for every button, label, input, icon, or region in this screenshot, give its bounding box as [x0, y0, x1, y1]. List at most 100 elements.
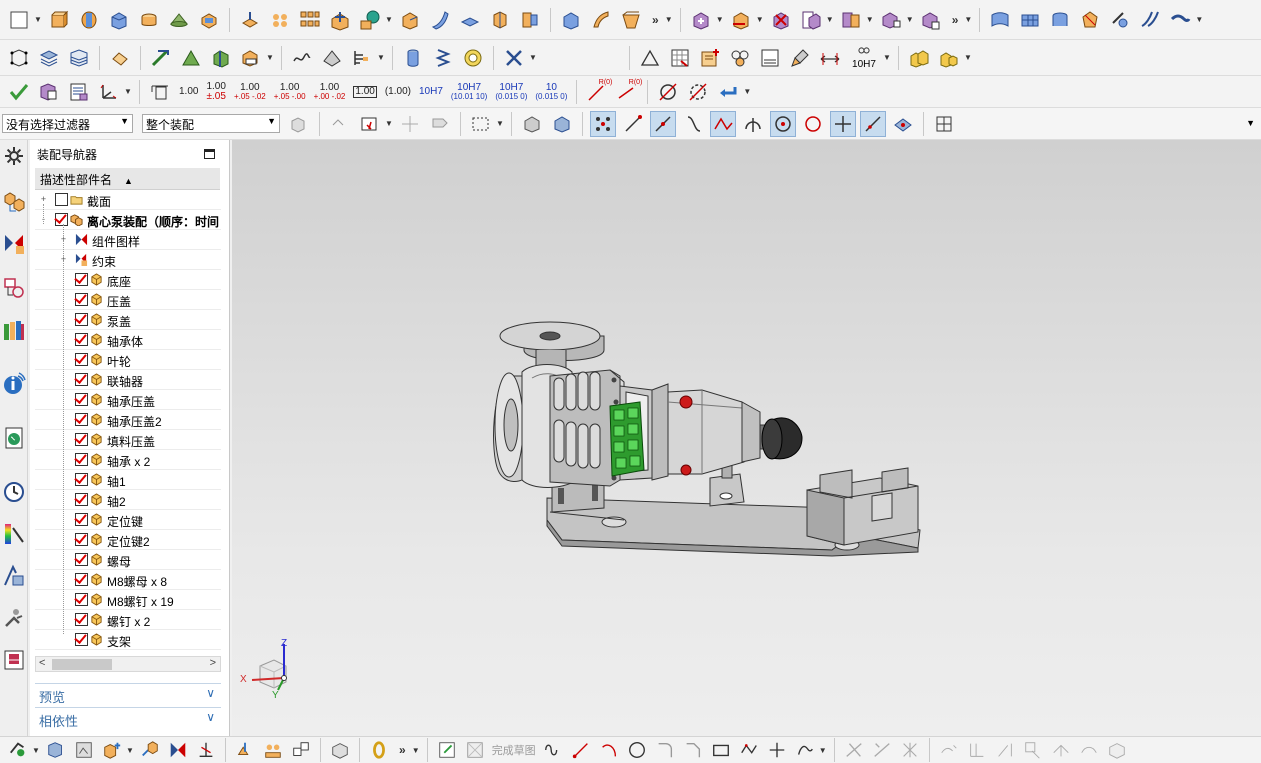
view-triad[interactable]: Z X Y: [238, 638, 298, 702]
component-grid-icon[interactable]: [44, 738, 68, 762]
process-studio-icon[interactable]: [2, 564, 26, 588]
quadrant-icon[interactable]: [800, 111, 826, 137]
surface-analysis-icon[interactable]: [319, 45, 345, 71]
tools-icon[interactable]: [501, 45, 527, 71]
dropdown-arrow[interactable]: ▼: [124, 87, 132, 96]
surface-icon[interactable]: [987, 7, 1013, 33]
profile-icon[interactable]: [541, 738, 565, 762]
dim-limits-3[interactable]: 1.00 +.00 -.02: [314, 82, 346, 101]
visibility-checkbox[interactable]: [75, 373, 88, 386]
settings-gear-icon[interactable]: [2, 144, 26, 168]
thicken-icon[interactable]: [618, 7, 644, 33]
end-point-icon[interactable]: [620, 111, 646, 137]
visibility-checkbox[interactable]: [75, 513, 88, 526]
visibility-checkbox[interactable]: [55, 193, 68, 206]
preview-section[interactable]: 预览 ∨: [35, 683, 221, 705]
dimension-constraint-icon[interactable]: [194, 738, 218, 762]
dim-limits-1[interactable]: 1.00 +.05 -.02: [234, 82, 266, 101]
column-header[interactable]: 描述性部件名 ▲: [35, 168, 220, 190]
radius-dimension-2-icon[interactable]: R(0): [614, 79, 642, 105]
graphics-window[interactable]: Z X Y: [232, 140, 1261, 736]
eraser-icon[interactable]: [107, 45, 133, 71]
dim-limits-2[interactable]: 1.00 +.05 -.00: [274, 82, 306, 101]
quick-trim-icon[interactable]: [842, 738, 866, 762]
polygon-icon[interactable]: [737, 738, 761, 762]
dropdown-arrow[interactable]: ▼: [866, 15, 874, 24]
existing-point-icon[interactable]: [830, 110, 856, 137]
table-icon[interactable]: [667, 45, 693, 71]
scroll-right-icon[interactable]: >: [210, 657, 216, 669]
unite-icon[interactable]: [327, 7, 353, 33]
offset-face-icon[interactable]: [558, 7, 584, 33]
dropdown-arrow[interactable]: ▼: [1195, 15, 1203, 24]
boss-icon[interactable]: [267, 7, 293, 33]
history-clock-icon[interactable]: [2, 480, 26, 504]
revolve-icon[interactable]: [76, 7, 102, 33]
visibility-checkbox[interactable]: [75, 413, 88, 426]
wave-geometry-icon[interactable]: [233, 738, 257, 762]
measure-angle-icon[interactable]: [178, 45, 204, 71]
brush-icon[interactable]: [787, 45, 813, 71]
replace-component-icon[interactable]: [838, 7, 864, 33]
assembly-navigator-icon[interactable]: [2, 190, 26, 214]
dim-nominal[interactable]: 1.00: [179, 86, 198, 97]
curve-analysis-icon[interactable]: [289, 45, 315, 71]
dropdown-arrow[interactable]: ▼: [964, 53, 972, 62]
expand-icon[interactable]: +: [39, 195, 48, 204]
deviation-icon[interactable]: [349, 45, 375, 71]
wcs-icon[interactable]: [96, 79, 122, 105]
visibility-checkbox[interactable]: [75, 593, 88, 606]
dropdown-arrow[interactable]: ▼: [883, 53, 891, 62]
horizontal-scrollbar[interactable]: < >: [35, 656, 221, 672]
spring-icon[interactable]: [430, 45, 456, 71]
control-point-icon[interactable]: [680, 111, 706, 137]
tree-row[interactable]: + 截面: [35, 190, 221, 210]
dropdown-arrow[interactable]: ▼: [743, 87, 751, 96]
visibility-checkbox[interactable]: [75, 553, 88, 566]
reuse-library-icon[interactable]: [2, 318, 26, 342]
edge-blend-icon[interactable]: [397, 7, 423, 33]
shell-icon[interactable]: [457, 7, 483, 33]
constraint-navigator-icon[interactable]: [2, 232, 26, 256]
visibility-checkbox[interactable]: [75, 493, 88, 506]
dropdown-arrow[interactable]: ▼: [412, 746, 420, 755]
sheet-add-icon[interactable]: [697, 45, 723, 71]
dropdown-arrow[interactable]: ▼: [266, 53, 274, 62]
rapid-dimension-icon[interactable]: [147, 79, 173, 105]
title-block-icon[interactable]: [757, 45, 783, 71]
project-curve-icon[interactable]: [1049, 738, 1073, 762]
select-face-icon[interactable]: [549, 111, 575, 137]
toolbar-overflow[interactable]: »: [652, 13, 659, 27]
hd3d-tools-icon[interactable]: [2, 372, 26, 396]
point-on-face-icon[interactable]: [890, 111, 916, 137]
visibility-checkbox[interactable]: [75, 313, 88, 326]
hole-wizard-icon[interactable]: [6, 738, 30, 762]
toolbar-overflow[interactable]: »: [399, 743, 406, 757]
visibility-checkbox[interactable]: [75, 293, 88, 306]
dropdown-arrow[interactable]: ▼: [34, 15, 42, 24]
dimension-arrow-icon[interactable]: [817, 45, 843, 71]
diameter-icon[interactable]: [655, 79, 681, 105]
text-annotation-icon[interactable]: [238, 45, 264, 71]
studio-surface-icon[interactable]: [1047, 7, 1073, 33]
group-blocks-icon[interactable]: [261, 738, 285, 762]
pump-assembly-model[interactable]: [232, 140, 1261, 736]
measure-body-icon[interactable]: [208, 45, 234, 71]
block-icon[interactable]: [106, 7, 132, 33]
return-arrow-icon[interactable]: [715, 79, 741, 105]
maximize-icon[interactable]: [204, 149, 215, 159]
web-browser-icon[interactable]: [2, 426, 26, 450]
n-sided-surface-icon[interactable]: [1077, 7, 1103, 33]
exploded-view-icon[interactable]: [878, 7, 904, 33]
mid-point-icon[interactable]: [650, 110, 676, 137]
check-mark-icon[interactable]: [6, 79, 32, 105]
extend-sheet-icon[interactable]: [1137, 7, 1163, 33]
yellow-blocks-add-icon[interactable]: [936, 45, 962, 71]
finish-sketch-icon[interactable]: [463, 738, 487, 762]
arc-icon[interactable]: [597, 738, 621, 762]
selection-filter-dropdown[interactable]: 没有选择过滤器 ▼: [2, 114, 133, 133]
assembly-scope-icon[interactable]: [286, 111, 312, 137]
visibility-checkbox[interactable]: [75, 613, 88, 626]
derived-lines-icon[interactable]: [1077, 738, 1101, 762]
intersection-icon[interactable]: [710, 110, 736, 137]
